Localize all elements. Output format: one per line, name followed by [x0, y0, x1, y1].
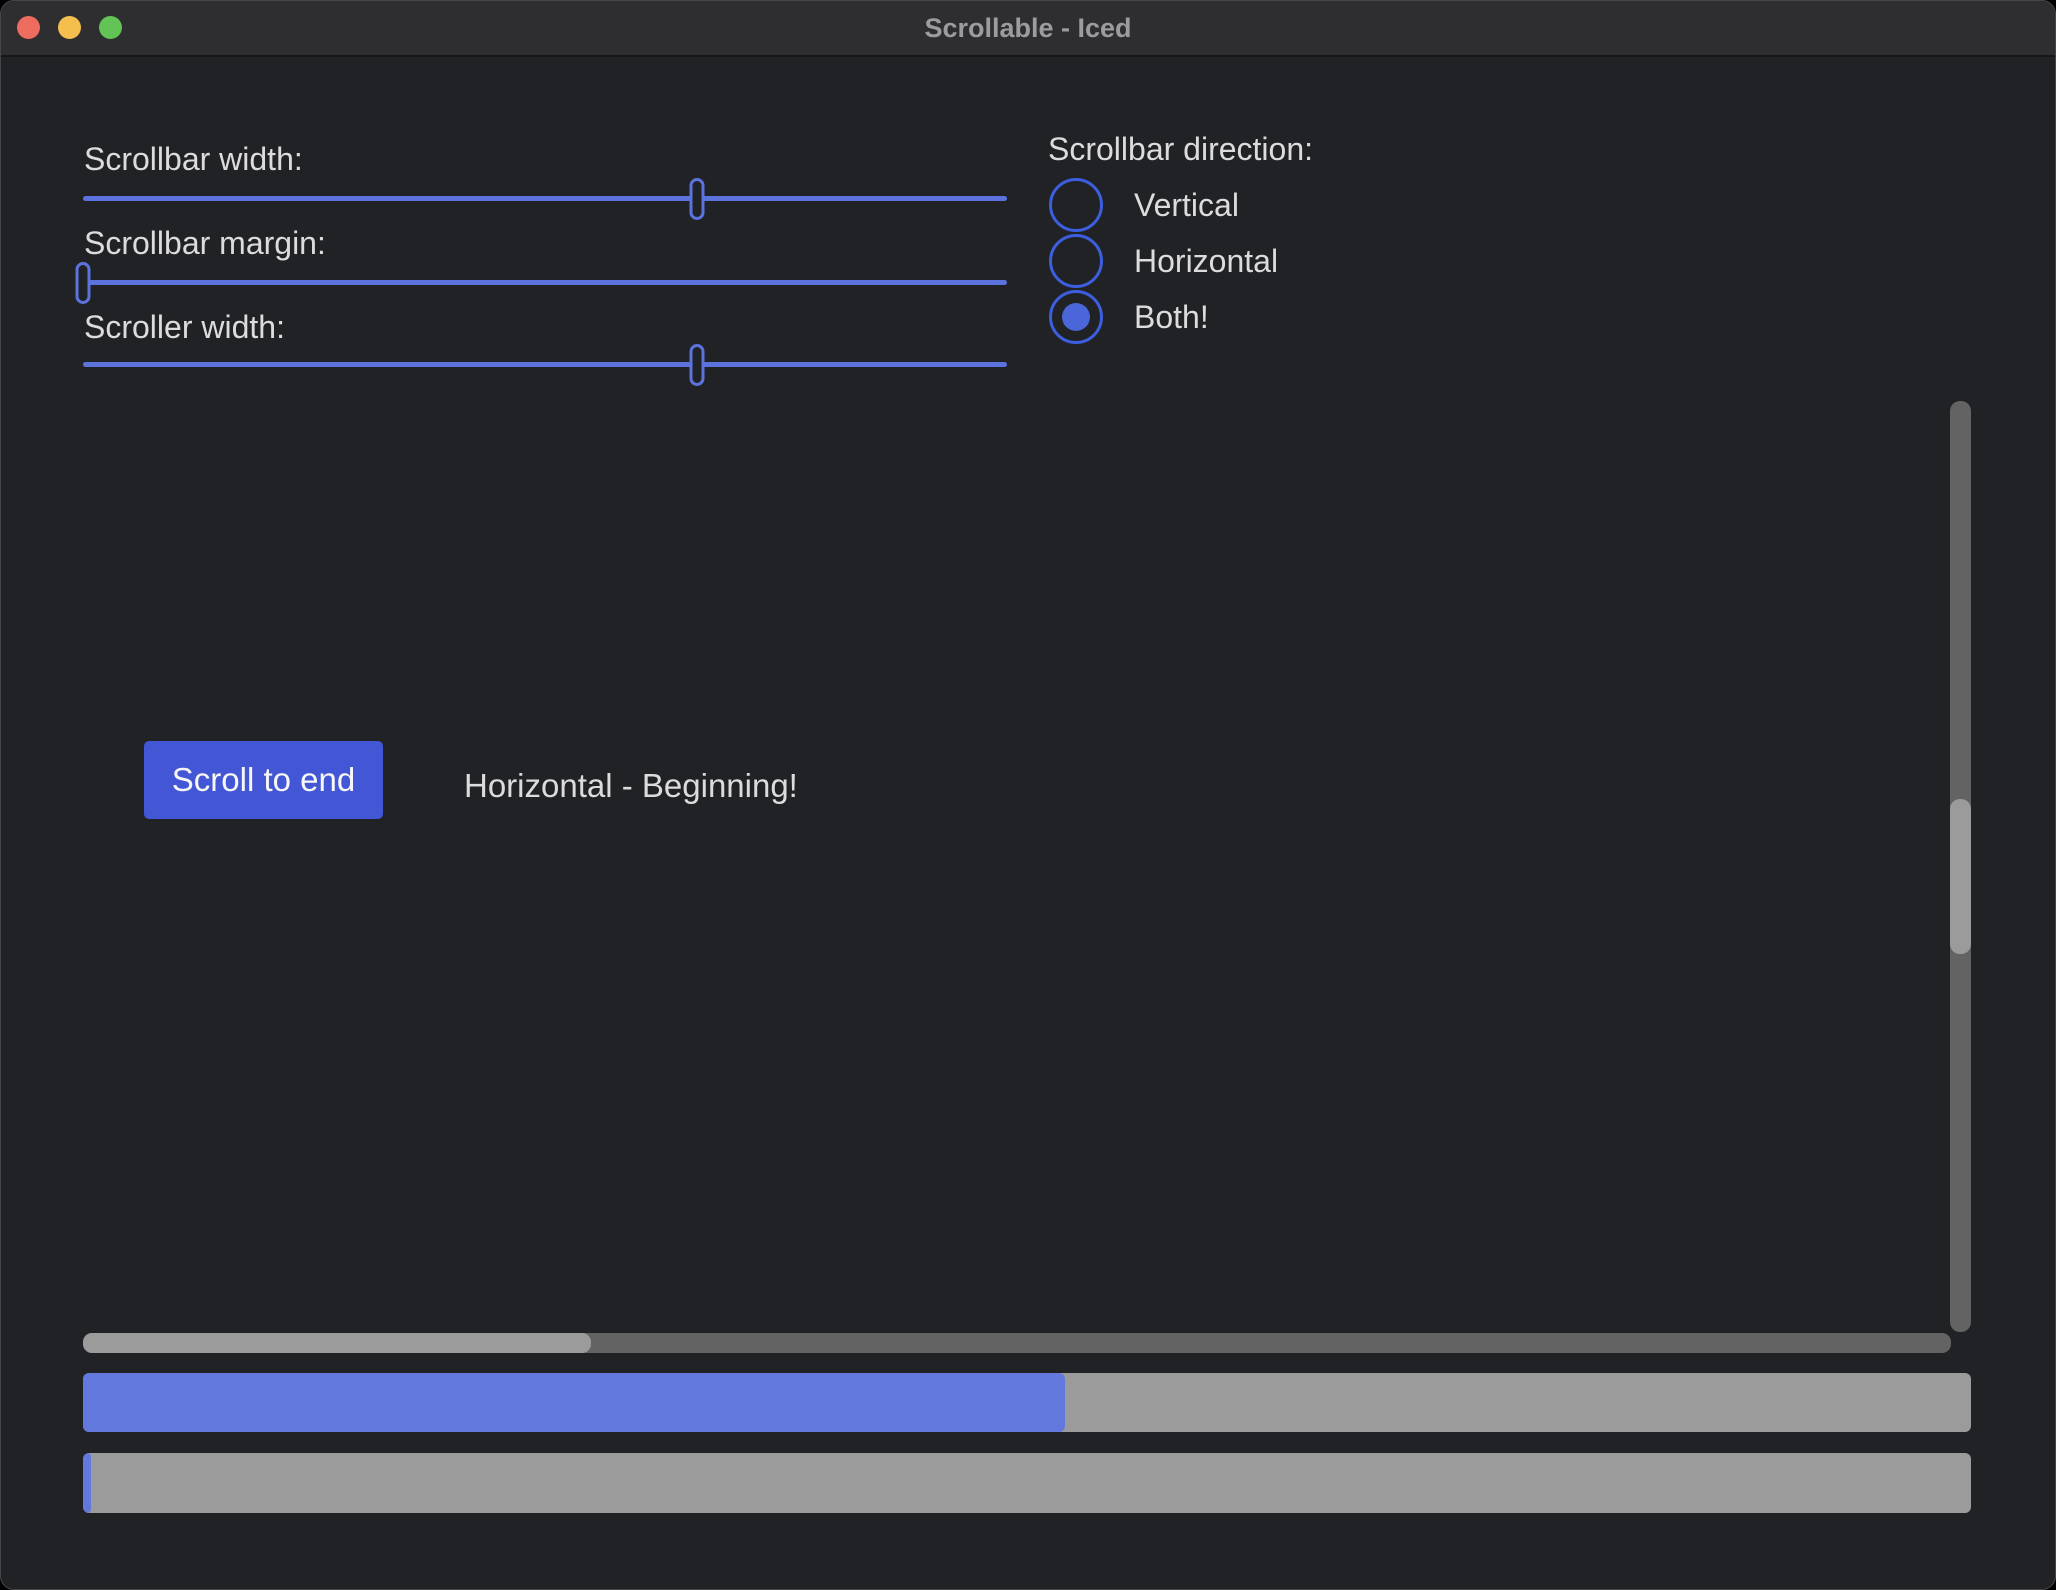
- radio-label: Horizontal: [1134, 243, 1278, 280]
- radio-label: Vertical: [1134, 187, 1239, 224]
- app-window: Scrollable - Iced Scrollbar width: Scrol…: [0, 0, 2056, 1590]
- vertical-scrollbar-track[interactable]: [1950, 401, 1971, 1332]
- slider-handle[interactable]: [690, 178, 705, 220]
- slider-handle[interactable]: [690, 344, 705, 386]
- titlebar: Scrollable - Iced: [1, 1, 2055, 57]
- radio-option-both[interactable]: Both!: [1049, 290, 1209, 344]
- slider-handle[interactable]: [76, 262, 91, 304]
- scroll-to-end-button[interactable]: Scroll to end: [144, 741, 383, 819]
- horizontal-progress-bar: [83, 1373, 1971, 1432]
- scroller-width-slider[interactable]: [83, 344, 1007, 386]
- slider-rail[interactable]: [83, 362, 1007, 367]
- progress-fill: [83, 1453, 91, 1513]
- scroller-width-label: Scroller width:: [84, 307, 285, 347]
- vertical-scrollbar-thumb[interactable]: [1950, 799, 1971, 954]
- radio-circle[interactable]: [1049, 290, 1103, 344]
- scrollbar-margin-label: Scrollbar margin:: [84, 223, 326, 263]
- radio-option-horizontal[interactable]: Horizontal: [1049, 234, 1278, 288]
- slider-rail[interactable]: [83, 196, 1007, 201]
- horizontal-scrollbar-thumb[interactable]: [83, 1333, 591, 1353]
- scrollbar-margin-slider[interactable]: [83, 262, 1007, 304]
- radio-circle[interactable]: [1049, 178, 1103, 232]
- progress-fill: [83, 1373, 1065, 1432]
- radio-label: Both!: [1134, 299, 1209, 336]
- scroll-status-text: Horizontal - Beginning!: [464, 766, 798, 806]
- radio-circle[interactable]: [1049, 234, 1103, 288]
- radio-option-vertical[interactable]: Vertical: [1049, 178, 1239, 232]
- horizontal-scrollbar-track[interactable]: [83, 1333, 1951, 1353]
- radio-selected-dot: [1062, 303, 1090, 331]
- scrollbar-direction-label: Scrollbar direction:: [1048, 129, 1313, 169]
- window-title: Scrollable - Iced: [1, 1, 2055, 55]
- scrollbar-width-slider[interactable]: [83, 178, 1007, 220]
- slider-rail[interactable]: [83, 280, 1007, 285]
- scrollbar-width-label: Scrollbar width:: [84, 139, 303, 179]
- vertical-progress-bar: [83, 1453, 1971, 1513]
